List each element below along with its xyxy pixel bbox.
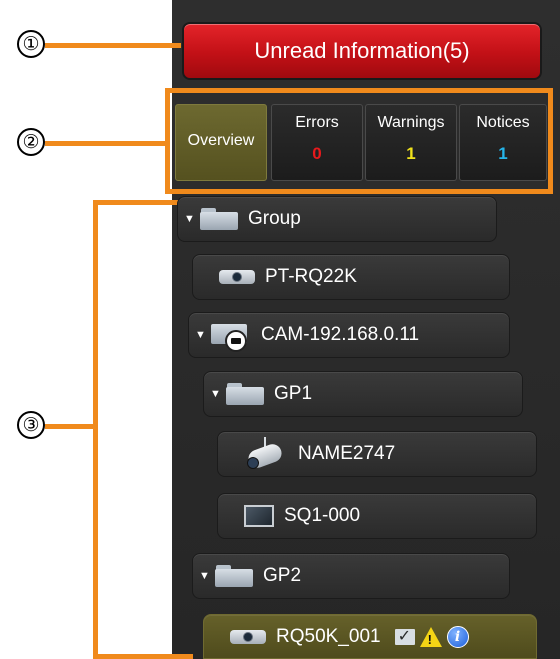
tree-node-label: GP1 <box>274 383 313 404</box>
projector-icon <box>230 629 266 644</box>
projector-icon <box>219 270 255 284</box>
folder-icon <box>200 208 238 230</box>
tree-node-group[interactable]: ▼ Group <box>177 196 497 242</box>
tree-node-label: RQ50K_001 <box>276 625 381 647</box>
network-camera-icon <box>244 437 288 471</box>
tab-overview[interactable]: Overview <box>175 104 267 181</box>
warning-icon: ! <box>419 626 442 647</box>
expand-arrow-icon[interactable]: ▼ <box>199 570 210 582</box>
tree-node-name2747[interactable]: NAME2747 <box>217 431 537 477</box>
tab-warnings-label: Warnings <box>377 114 445 131</box>
tab-errors[interactable]: Errors 0 <box>271 104 363 181</box>
errors-count: 0 <box>312 144 322 163</box>
expand-arrow-icon[interactable]: ▼ <box>195 329 206 341</box>
tree-node-sq1-000[interactable]: SQ1-000 <box>217 493 537 539</box>
unread-information-button[interactable]: Unread Information(5) <box>182 22 542 80</box>
tree-node-label: Group <box>248 208 301 229</box>
tree-node-cam[interactable]: ▼ CAM-192.168.0.11 <box>188 312 510 358</box>
status-icons: ! i <box>394 625 469 648</box>
tree-node-label: NAME2747 <box>298 443 396 464</box>
tab-warnings[interactable]: Warnings 1 <box>365 104 457 181</box>
tree-node-gp1[interactable]: ▼ GP1 <box>203 371 523 417</box>
mail-check-icon <box>394 626 415 645</box>
tree-node-rq50k-001[interactable]: RQ50K_001 ! i <box>203 614 537 659</box>
tree-bracket-vertical <box>93 200 98 659</box>
callout-2: ② <box>17 128 45 156</box>
tree-node-label: GP2 <box>263 565 302 586</box>
tab-notices[interactable]: Notices 1 <box>459 104 547 181</box>
camera-group-icon <box>211 318 251 352</box>
display-icon <box>244 505 274 527</box>
tab-notices-label: Notices <box>476 114 530 131</box>
tab-overview-label: Overview <box>187 132 255 149</box>
tree-node-label: PT-RQ22K <box>265 266 357 287</box>
tree-node-gp2[interactable]: ▼ GP2 <box>192 553 510 599</box>
callout-3: ③ <box>17 411 45 439</box>
callout-1: ① <box>17 30 45 58</box>
tree-node-label: SQ1-000 <box>284 505 361 526</box>
expand-arrow-icon[interactable]: ▼ <box>184 213 195 225</box>
expand-arrow-icon[interactable]: ▼ <box>210 388 221 400</box>
warnings-count: 1 <box>406 144 416 163</box>
folder-icon <box>215 565 253 587</box>
tabs-highlight-right <box>548 88 553 194</box>
tree-node-label: CAM-192.168.0.11 <box>261 324 420 345</box>
folder-icon <box>226 383 264 405</box>
callout-1-leader <box>45 43 181 48</box>
tabs-highlight-top <box>165 88 553 93</box>
tree-node-pt-rq22k[interactable]: PT-RQ22K <box>192 254 510 300</box>
tabs-highlight-left <box>165 88 170 194</box>
callout-2-leader <box>45 141 167 146</box>
notices-count: 1 <box>498 144 508 163</box>
tree-bracket-bottom <box>93 654 193 659</box>
tab-errors-label: Errors <box>295 114 339 131</box>
info-icon: i <box>446 625 469 648</box>
tabs-highlight-bottom <box>165 189 553 194</box>
callout-3-leader <box>45 424 95 429</box>
